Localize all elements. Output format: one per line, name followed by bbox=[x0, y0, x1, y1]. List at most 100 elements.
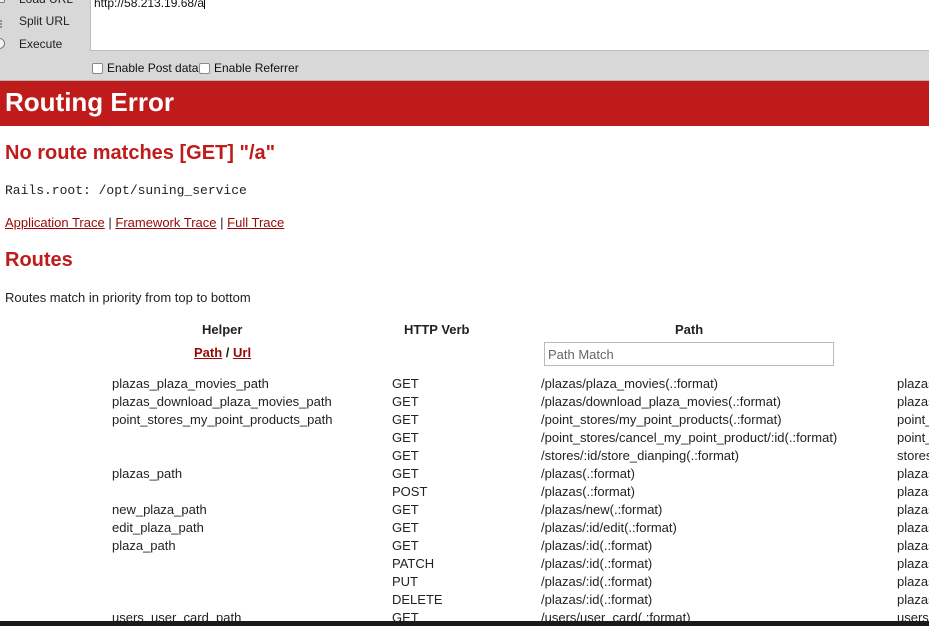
error-message: No route matches [GET] "/a" bbox=[5, 142, 276, 164]
table-row: GET/point_stores/cancel_my_point_product… bbox=[0, 430, 929, 448]
table-row: plazas_path GET/plazas(.:format) plazas bbox=[0, 466, 929, 484]
rails-root: Rails.root: /opt/suning_service bbox=[5, 183, 247, 198]
load-url-label: Load URL bbox=[19, 0, 73, 9]
enable-referrer-checkbox[interactable]: Enable Referrer bbox=[199, 61, 299, 75]
execute-label: Execute bbox=[19, 37, 63, 51]
trace-separator: | bbox=[220, 215, 224, 230]
route-verb: GET bbox=[392, 394, 419, 409]
table-row: GET/stores/:id/store_dianping(.:format) s… bbox=[0, 448, 929, 466]
load-url-icon bbox=[0, 0, 5, 3]
route-controller: point_ bbox=[897, 430, 929, 445]
enable-post-checkbox[interactable]: Enable Post data bbox=[92, 61, 198, 75]
route-path: /plazas(.:format) bbox=[541, 484, 635, 499]
url-text-line: http://58.213.19.68/a bbox=[94, 0, 206, 11]
route-verb: GET bbox=[392, 520, 419, 535]
route-verb: GET bbox=[392, 448, 419, 463]
split-url-button[interactable]: Split URL bbox=[0, 11, 90, 31]
bottom-edge-bar bbox=[0, 621, 929, 626]
table-row: plaza_path GET/plazas/:id(.:format) plazas bbox=[0, 538, 929, 556]
route-helper: point_stores_my_point_products_path bbox=[112, 412, 333, 427]
route-path: /plazas/new(.:format) bbox=[541, 502, 663, 517]
full-trace-link[interactable]: Full Trace bbox=[227, 215, 284, 230]
enable-post-box[interactable] bbox=[92, 63, 103, 74]
table-row: point_stores_my_point_products_path GET/p… bbox=[0, 412, 929, 430]
trace-separator: | bbox=[108, 215, 112, 230]
route-verb: GET bbox=[392, 376, 419, 391]
route-verb: GET bbox=[392, 502, 419, 517]
route-controller: plazas bbox=[897, 520, 929, 535]
hackbar-button-panel: Load URL Split URL Execute bbox=[0, 0, 90, 56]
text-caret bbox=[204, 0, 206, 9]
route-verb: DELETE bbox=[392, 592, 443, 607]
path-match-input[interactable] bbox=[544, 342, 834, 366]
route-path: /plazas(.:format) bbox=[541, 466, 635, 481]
route-controller: plazas bbox=[897, 376, 929, 391]
route-helper: edit_plaza_path bbox=[112, 520, 204, 535]
route-controller: plazas bbox=[897, 556, 929, 571]
route-verb: PATCH bbox=[392, 556, 435, 571]
routes-heading: Routes bbox=[5, 249, 73, 271]
route-path: /plazas/:id(.:format) bbox=[541, 538, 653, 553]
route-verb: PUT bbox=[392, 574, 418, 589]
hackbar-toolbar: Load URL Split URL Execute http://58.213… bbox=[0, 0, 929, 81]
route-path: /point_stores/my_point_products(.:format… bbox=[541, 412, 782, 427]
framework-trace-link[interactable]: Framework Trace bbox=[115, 215, 216, 230]
route-path: /plazas/:id/edit(.:format) bbox=[541, 520, 677, 535]
route-verb: GET bbox=[392, 466, 419, 481]
split-url-label: Split URL bbox=[19, 14, 70, 28]
table-row: plazas_plaza_movies_path GET/plazas/plaza… bbox=[0, 376, 929, 394]
split-url-icon bbox=[0, 15, 5, 28]
column-header-helper: Helper bbox=[202, 322, 243, 337]
enable-post-label: Enable Post data bbox=[107, 61, 199, 75]
route-controller: plazas bbox=[897, 466, 929, 481]
enable-referrer-box[interactable] bbox=[199, 63, 210, 74]
route-path: /plazas/plaza_movies(.:format) bbox=[541, 376, 719, 391]
route-verb: GET bbox=[392, 538, 419, 553]
url-textarea[interactable]: http://58.213.19.68/a bbox=[90, 0, 929, 51]
trace-links: Application Trace | Framework Trace | Fu… bbox=[5, 214, 284, 232]
route-controller: plazas bbox=[897, 394, 929, 409]
route-verb: POST bbox=[392, 484, 428, 499]
route-helper: plazas_download_plaza_movies_path bbox=[112, 394, 332, 409]
route-controller: plazas bbox=[897, 574, 929, 589]
route-helper: new_plaza_path bbox=[112, 502, 207, 517]
error-header-bar: Routing Error bbox=[0, 81, 929, 126]
table-row: PATCH/plazas/:id(.:format) plazas bbox=[0, 556, 929, 574]
path-url-toggle: Path / Url bbox=[194, 345, 251, 361]
column-header-verb: HTTP Verb bbox=[404, 322, 470, 337]
route-path: /plazas/:id(.:format) bbox=[541, 574, 653, 589]
routes-note: Routes match in priority from top to bot… bbox=[5, 290, 251, 305]
route-controller: plazas bbox=[897, 484, 929, 499]
routes-table-body: plazas_plaza_movies_path GET/plazas/plaza… bbox=[0, 376, 929, 628]
route-path: /plazas/download_plaza_movies(.:format) bbox=[541, 394, 781, 409]
execute-button[interactable]: Execute bbox=[0, 34, 90, 54]
application-trace-link[interactable]: Application Trace bbox=[5, 215, 105, 230]
route-helper: plaza_path bbox=[112, 538, 176, 553]
load-url-button[interactable]: Load URL bbox=[0, 0, 90, 9]
route-path: /point_stores/cancel_my_point_product/:i… bbox=[541, 430, 838, 445]
table-row: new_plaza_path GET/plazas/new(.:format) pl… bbox=[0, 502, 929, 520]
route-controller: plazas bbox=[897, 592, 929, 607]
route-controller: plazas bbox=[897, 538, 929, 553]
table-row: POST/plazas(.:format) plazas bbox=[0, 484, 929, 502]
route-controller: stores bbox=[897, 448, 929, 463]
route-controller: plazas bbox=[897, 502, 929, 517]
route-path: /stores/:id/store_dianping(.:format) bbox=[541, 448, 739, 463]
route-helper: plazas_plaza_movies_path bbox=[112, 376, 269, 391]
route-path: /plazas/:id(.:format) bbox=[541, 592, 653, 607]
enable-referrer-label: Enable Referrer bbox=[214, 61, 299, 75]
path-toggle-link[interactable]: Path bbox=[194, 345, 222, 360]
page-title: Routing Error bbox=[5, 87, 174, 117]
route-verb: GET bbox=[392, 430, 419, 445]
table-row: DELETE/plazas/:id(.:format) plazas bbox=[0, 592, 929, 610]
toggle-separator: / bbox=[225, 345, 230, 360]
column-header-path: Path bbox=[675, 322, 704, 337]
route-controller: point_ bbox=[897, 412, 929, 427]
route-verb: GET bbox=[392, 412, 419, 427]
url-toggle-link[interactable]: Url bbox=[233, 345, 251, 360]
table-row: plazas_download_plaza_movies_path GET/pla… bbox=[0, 394, 929, 412]
execute-icon bbox=[0, 38, 5, 49]
table-row: PUT/plazas/:id(.:format) plazas bbox=[0, 574, 929, 592]
route-path: /plazas/:id(.:format) bbox=[541, 556, 653, 571]
route-helper: plazas_path bbox=[112, 466, 183, 481]
